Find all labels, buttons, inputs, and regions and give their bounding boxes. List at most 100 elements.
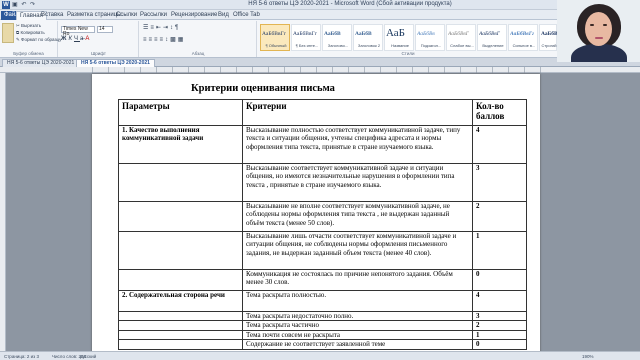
tab-office-tab[interactable]: Office Tab <box>230 11 263 20</box>
param-cell: 2. Содержательная сторона речи <box>118 290 243 312</box>
decrease-indent-icon[interactable]: ⇤ <box>156 25 163 31</box>
presenter-eye-right <box>603 24 607 26</box>
style-no-spacing[interactable]: АаБбВвГг ¶ Без инте... <box>291 24 321 51</box>
table-row: Тема раскрыта недостаточно полно. 3 <box>118 310 527 322</box>
style-subtitle[interactable]: АаБбВв Подзагол... <box>415 24 445 51</box>
cut-button[interactable]: ✂ Вырезать <box>16 23 41 29</box>
score-cell: 4 <box>472 125 527 164</box>
word-window: W ▣ ↶ ↷ НЯ 5-6 ответы ЦЭ 2020-2021 - Mic… <box>0 0 640 360</box>
font-size-combobox[interactable]: 14 <box>97 26 113 33</box>
score-cell: 3 <box>472 163 527 202</box>
tab-review[interactable]: Рецензирование <box>168 11 220 20</box>
title-bar: W ▣ ↶ ↷ НЯ 5-6 ответы ЦЭ 2020-2021 - Mic… <box>0 0 640 10</box>
criterion-cell: Тема раскрыта недостаточно полно. <box>242 310 473 322</box>
style-name: Заголовок 2 <box>357 43 381 48</box>
style-sample: АаБбВвГг <box>293 31 317 37</box>
document-tab-strip: НЯ 5-6 ответы ЦЭ 2020-2021 НЯ 5-6 ответы… <box>0 58 640 67</box>
param-cell <box>118 329 243 341</box>
style-sample: АаБбВв <box>417 31 435 37</box>
criterion-cell: Высказывание не вполне соответствует ком… <box>242 201 473 232</box>
criteria-table[interactable]: Параметры Критерии Кол-во баллов 1. Каче… <box>118 99 527 350</box>
table-row: Коммуникация не состоялась по причине не… <box>118 269 527 291</box>
tab-mailings[interactable]: Рассылки <box>137 11 170 20</box>
copy-button[interactable]: ⧉ Копировать <box>16 30 45 35</box>
paragraph-group: ☰≡⇤⇥↕¶ ≡≡≡≡↕▩▦ Абзац <box>140 21 257 57</box>
style-intense-emphasis[interactable]: АаБбВвГг Сильное в... <box>508 24 538 51</box>
shading-icon[interactable]: ▩ <box>170 37 178 43</box>
param-cell <box>118 320 243 331</box>
zoom-level[interactable]: 190% <box>582 354 594 359</box>
criterion-cell: Тема раскрыта частично <box>242 320 473 331</box>
style-emphasis[interactable]: АаБбВвГ Выделение <box>477 24 507 51</box>
style-title[interactable]: АаБ Название <box>384 24 414 51</box>
page-indicator[interactable]: Страница: 2 из 3 <box>4 354 39 359</box>
criterion-cell: Высказывание лишь отчасти соответствует … <box>242 231 473 270</box>
style-strong[interactable]: АаБбВвГг Строгий <box>539 24 557 51</box>
style-sample: АаБбВ <box>355 31 372 37</box>
doc-tab-1[interactable]: НЯ 5-6 ответы ЦЭ 2020-2021 <box>2 59 80 67</box>
style-heading-2[interactable]: АаБбВ Заголовок 2 <box>353 24 383 51</box>
document-page[interactable]: Критерии оценивания письма Параметры Кри… <box>92 74 540 351</box>
pilcrow-icon[interactable]: ¶ <box>175 25 180 31</box>
style-name: ¶ Без инте... <box>295 43 319 48</box>
format-painter-button[interactable]: ✎ Формат по образцу <box>16 37 61 43</box>
score-cell: 4 <box>472 290 527 312</box>
header-score: Кол-во баллов <box>472 99 527 126</box>
ribbon: ✂ Вырезать ⧉ Копировать ✎ Формат по обра… <box>0 20 640 58</box>
score-cell: 1 <box>472 231 527 270</box>
table-row: Высказывание лишь отчасти соответствует … <box>118 231 527 270</box>
score-cell: 3 <box>472 310 527 322</box>
style-name: ¶ Обычный <box>265 43 287 48</box>
borders-icon[interactable]: ▦ <box>178 37 186 43</box>
param-cell <box>118 310 243 322</box>
table-row: Тема почти совсем не раскрыта 1 <box>118 329 527 341</box>
font-group: Times New Ro 14 ЖКЧa̶A Шрифт <box>59 21 139 57</box>
copy-label: Копировать <box>20 30 45 35</box>
param-cell <box>118 339 243 350</box>
vertical-ruler[interactable] <box>0 73 6 351</box>
criterion-cell: Тема почти совсем не раскрыта <box>242 329 473 341</box>
font-format-buttons[interactable]: ЖКЧa̶A <box>61 36 91 42</box>
style-normal[interactable]: АаБбВвГг ¶ Обычный <box>260 24 290 51</box>
style-subtle-emphasis[interactable]: АаБбВвГ Слабое вы... <box>446 24 476 51</box>
param-cell: 1. Качество выполнения коммуникативной з… <box>118 125 243 164</box>
document-work-area[interactable]: Критерии оценивания письма Параметры Кри… <box>0 67 640 351</box>
table-row: Тема раскрыта частично 2 <box>118 320 527 331</box>
style-sample: АаБбВвГг <box>541 31 557 37</box>
score-cell: 1 <box>472 329 527 341</box>
format-painter-label: Формат по образцу <box>21 37 62 42</box>
style-heading-1[interactable]: АаБбВ Заголово... <box>322 24 352 51</box>
font-color-icon[interactable]: A <box>85 36 91 42</box>
header-parameters: Параметры <box>118 99 243 126</box>
style-sample: АаБбВвГ <box>479 31 500 37</box>
header-criteria: Критерии <box>242 99 473 126</box>
ruler-ticks <box>92 67 542 73</box>
doc-tab-2[interactable]: НЯ 5-6 ответы ЦЭ 2020-2021 <box>76 59 155 67</box>
table-row: Высказывание соответствует коммуникативн… <box>118 163 527 202</box>
style-name: Выделение <box>482 43 504 48</box>
style-sample: АаБ <box>386 27 405 39</box>
paste-button[interactable] <box>2 23 14 43</box>
style-name: Подзагол... <box>420 43 442 48</box>
clipboard-group-label: Буфер обмена <box>13 51 44 56</box>
styles-group-label: Стили <box>401 51 415 56</box>
increase-indent-icon[interactable]: ⇥ <box>163 25 170 31</box>
param-cell <box>118 231 243 270</box>
list-buttons[interactable]: ☰≡⇤⇥↕¶ <box>143 24 180 31</box>
style-name: Сильное в... <box>512 43 536 48</box>
score-cell: 2 <box>472 201 527 232</box>
paragraph-group-label: Абзац <box>191 51 205 56</box>
criterion-cell: Тема раскрыта полностью. <box>242 290 473 312</box>
ribbon-tabs: Файл Главная Вставка Разметка страницы С… <box>0 10 640 20</box>
param-cell <box>118 269 243 291</box>
align-buttons[interactable]: ≡≡≡≡↕▩▦ <box>143 36 185 43</box>
clipboard-group: ✂ Вырезать ⧉ Копировать ✎ Формат по обра… <box>0 21 61 57</box>
status-bar: Страница: 2 из 3 Число слов: 203 русский… <box>0 351 640 360</box>
tab-insert[interactable]: Вставка <box>38 11 66 20</box>
table-row: 1. Качество выполнения коммуникативной з… <box>118 125 527 164</box>
horizontal-ruler[interactable] <box>0 67 640 73</box>
criterion-cell: Коммуникация не состоялась по причине не… <box>242 269 473 291</box>
presenter-face <box>585 12 612 46</box>
language-indicator[interactable]: русский <box>80 354 96 359</box>
font-name-combobox[interactable]: Times New Ro <box>61 26 95 37</box>
